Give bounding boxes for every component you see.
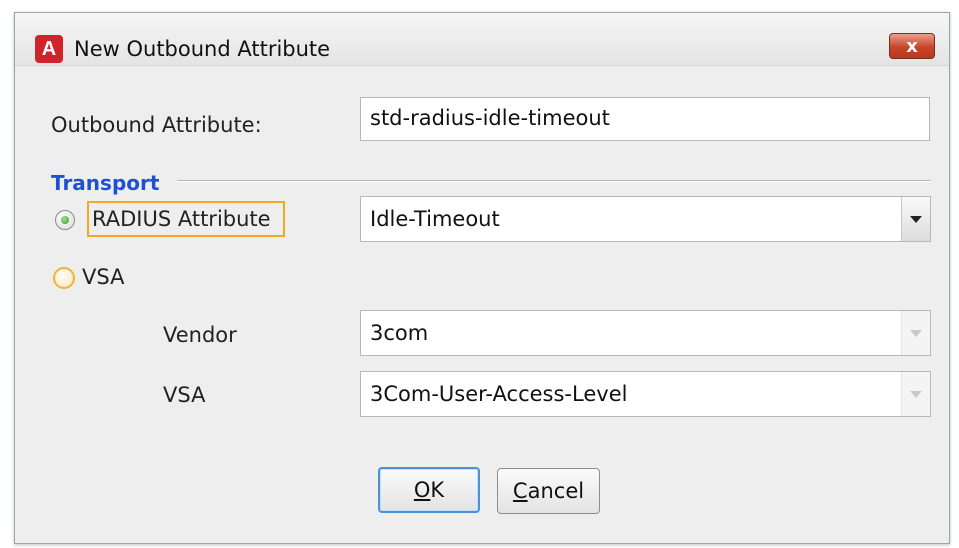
- title-bar[interactable]: A New Outbound Attribute x: [15, 13, 949, 66]
- vendor-label: Vendor: [163, 323, 237, 347]
- close-button[interactable]: x: [889, 33, 935, 59]
- cancel-label-rest: ancel: [527, 479, 585, 503]
- dropdown-button[interactable]: [901, 197, 930, 241]
- vendor-dropdown-button[interactable]: [901, 311, 930, 355]
- vsa-label: VSA: [163, 383, 206, 407]
- window-title: New Outbound Attribute: [74, 37, 331, 61]
- transport-section-title: Transport: [51, 171, 160, 195]
- radius-attribute-select[interactable]: Idle-Timeout: [360, 196, 931, 242]
- radius-attribute-label[interactable]: RADIUS Attribute: [92, 205, 271, 233]
- vsa-dropdown-button[interactable]: [901, 372, 930, 416]
- ok-mnemonic: O: [413, 478, 431, 502]
- radius-attribute-value: Idle-Timeout: [370, 207, 500, 231]
- radio-selected-dot: [61, 216, 69, 224]
- cancel-button[interactable]: Cancel: [497, 468, 600, 514]
- vsa-radio[interactable]: [53, 267, 75, 289]
- dialog-window: A New Outbound Attribute x Outbound Attr…: [14, 12, 950, 544]
- vsa-option-label[interactable]: VSA: [82, 263, 124, 291]
- section-divider: [177, 180, 931, 182]
- vsa-value: 3Com-User-Access-Level: [370, 382, 628, 406]
- chevron-down-icon: [910, 215, 922, 223]
- chevron-down-icon: [910, 390, 922, 398]
- outbound-attribute-input[interactable]: std-radius-idle-timeout: [360, 97, 930, 141]
- cancel-mnemonic: C: [512, 479, 528, 503]
- ok-label-rest: K: [430, 478, 445, 502]
- chevron-down-icon: [910, 329, 922, 337]
- vsa-select[interactable]: 3Com-User-Access-Level: [360, 371, 931, 417]
- outbound-attribute-label: Outbound Attribute:: [51, 113, 262, 137]
- vendor-select[interactable]: 3com: [360, 310, 931, 356]
- vendor-value: 3com: [370, 321, 429, 345]
- radius-attribute-radio[interactable]: [55, 210, 75, 230]
- ok-button[interactable]: OK: [378, 467, 480, 513]
- app-logo-icon: A: [35, 35, 63, 63]
